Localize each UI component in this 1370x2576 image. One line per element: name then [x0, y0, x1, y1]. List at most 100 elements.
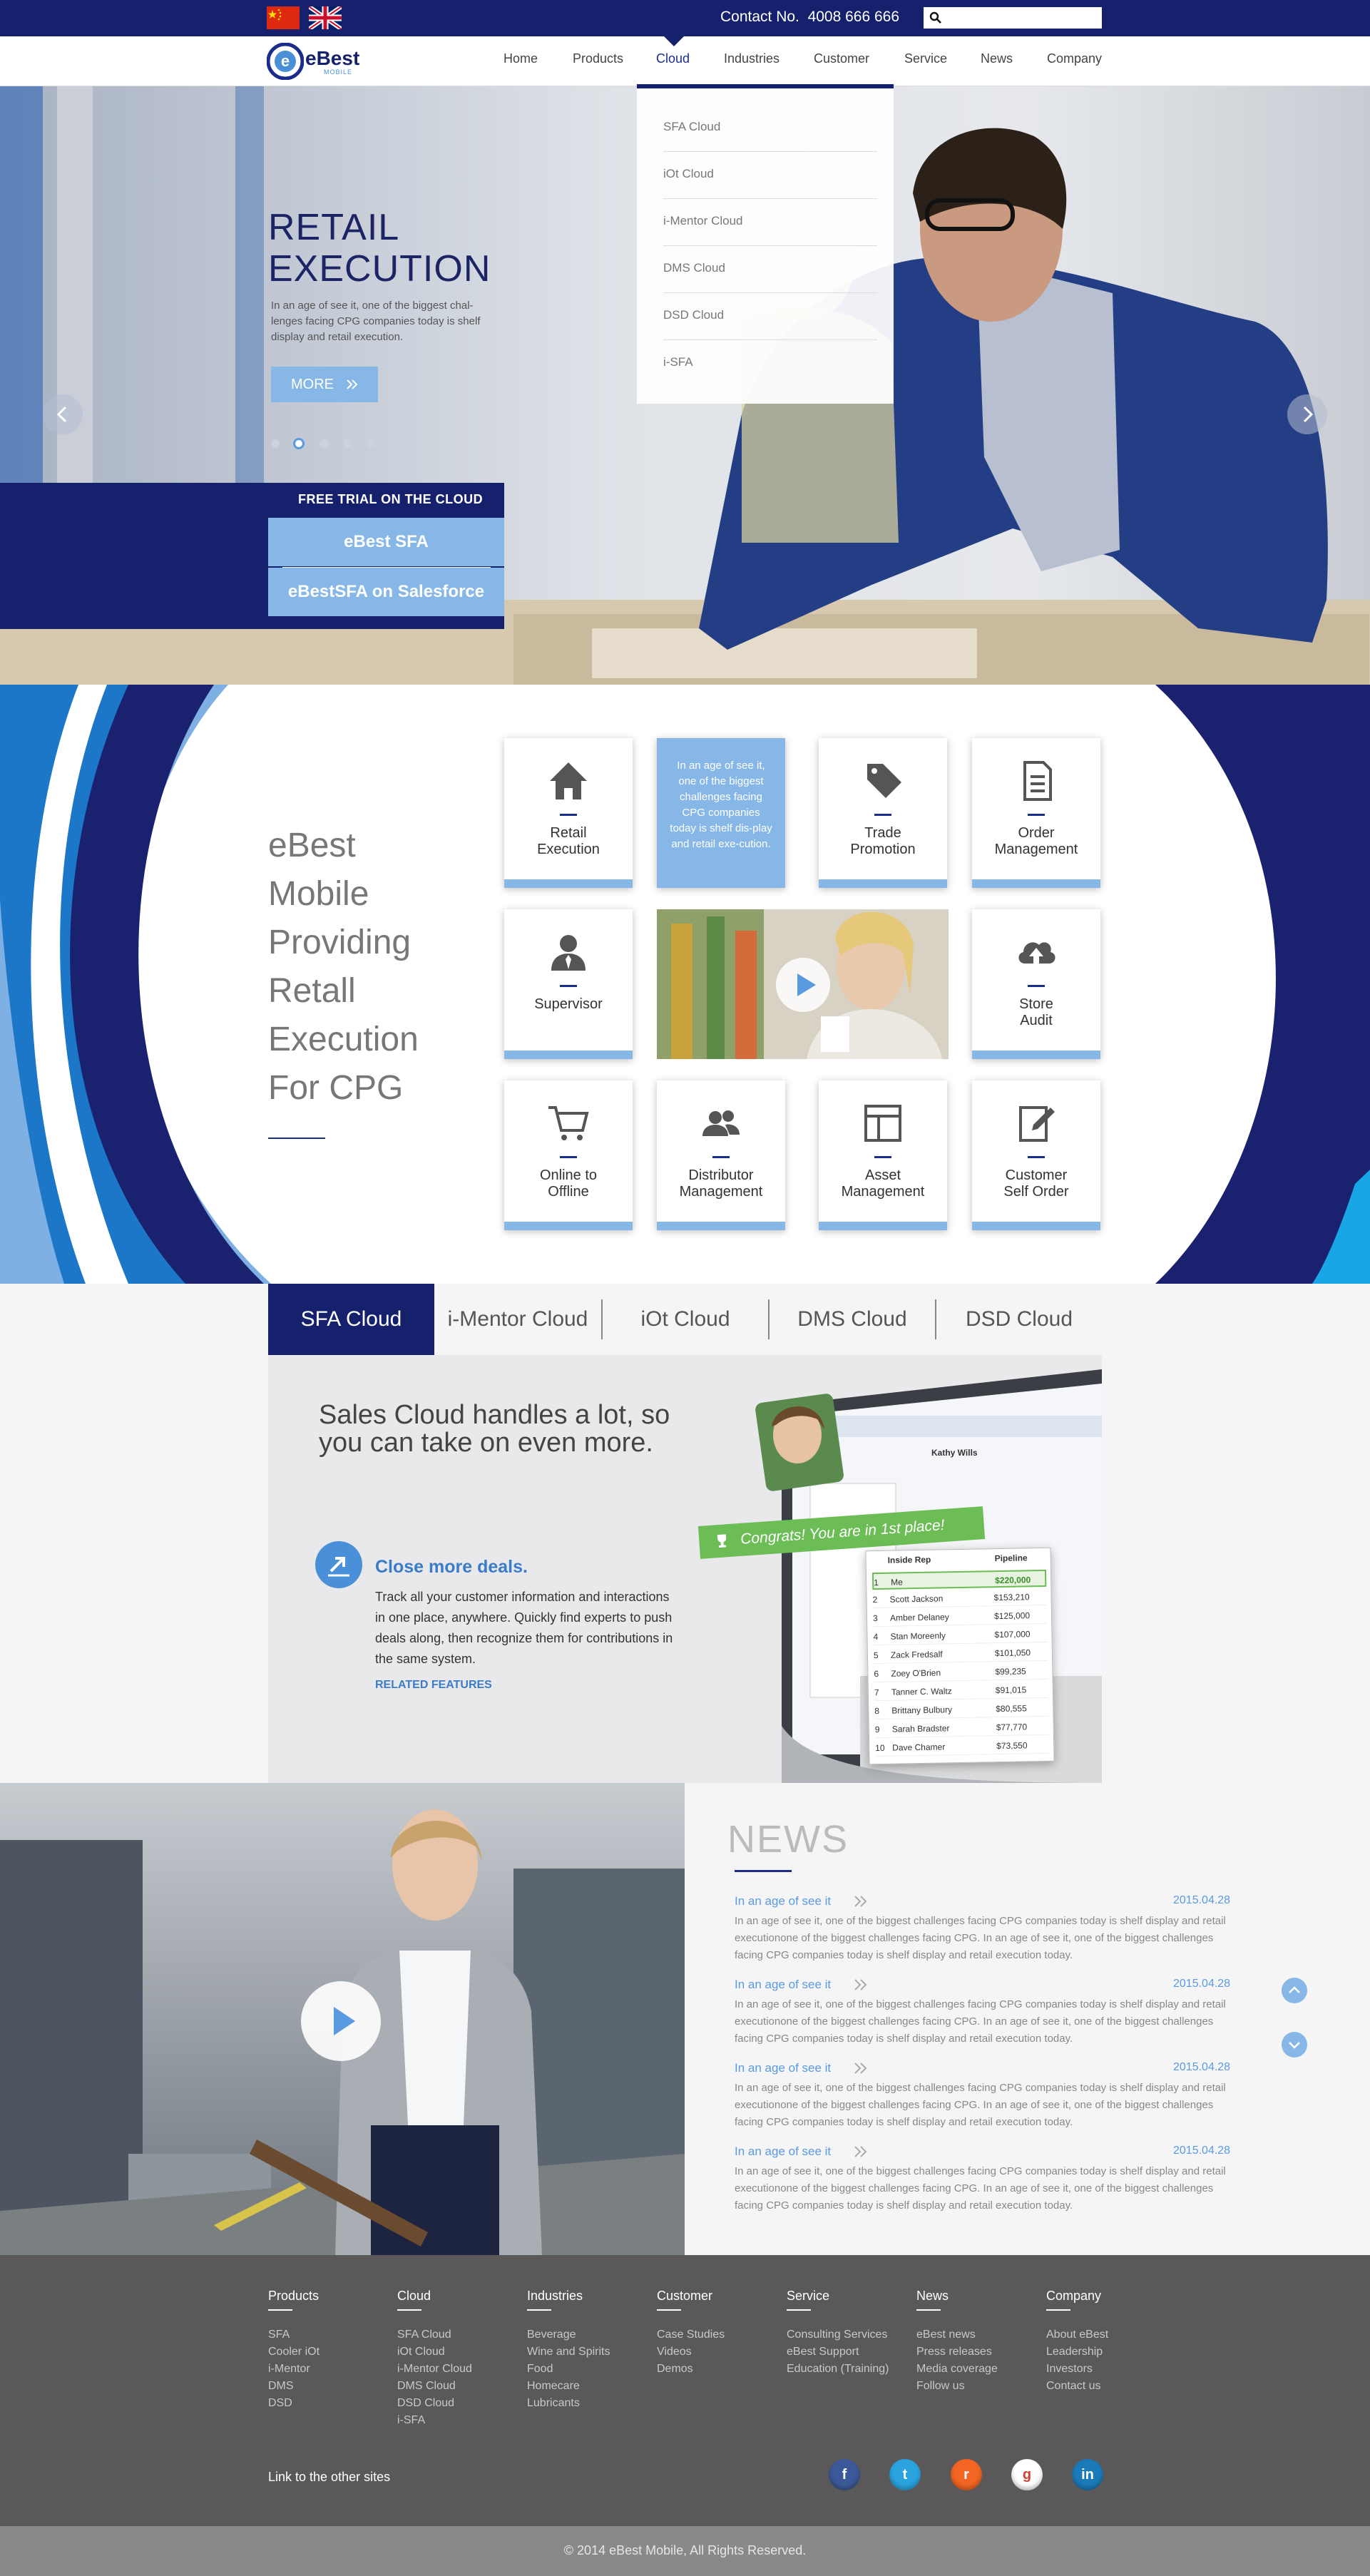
footer-link[interactable]: Case Studies — [657, 2326, 725, 2344]
news-item-body: In an age of see it, one of the biggest … — [735, 1915, 1226, 1961]
footer-title-underline — [916, 2309, 941, 2311]
trial-salesforce-button[interactable]: eBestSFA on Salesforce — [268, 568, 504, 616]
tab-dsd-cloud[interactable]: DSD Cloud — [936, 1284, 1102, 1355]
feature-highlight-card[interactable]: In an age of see it, one of the biggest … — [657, 738, 785, 888]
card-label: Asset — [864, 1167, 901, 1183]
other-sites-link[interactable]: Link to the other sites — [268, 2470, 390, 2485]
nav-news[interactable]: News — [981, 51, 1013, 66]
footer-link[interactable]: SFA — [268, 2326, 290, 2344]
google-plus-icon[interactable]: g — [1011, 2459, 1043, 2490]
feature-card-distributor-management[interactable]: Distributor Management — [657, 1080, 785, 1230]
slide-indicator[interactable] — [271, 439, 280, 448]
facebook-icon[interactable]: f — [829, 2459, 860, 2490]
nav-cloud[interactable]: Cloud — [656, 51, 690, 66]
footer-link[interactable]: DSD — [268, 2395, 292, 2412]
dropdown-item-iot-cloud[interactable]: iOt Cloud — [663, 167, 714, 181]
footer-link[interactable]: SFA Cloud — [397, 2326, 451, 2344]
footer-link[interactable]: Contact us — [1046, 2378, 1100, 2395]
footer-title-underline — [787, 2309, 811, 2311]
footer-link[interactable]: DMS — [268, 2378, 294, 2395]
slide-indicator-active[interactable] — [293, 438, 305, 449]
footer-link[interactable]: DSD Cloud — [397, 2395, 454, 2412]
feature-card-online-to-offline[interactable]: Online to Offline — [504, 1080, 633, 1230]
slide-indicator[interactable] — [343, 439, 352, 448]
dropdown-item-dsd-cloud[interactable]: DSD Cloud — [663, 308, 724, 322]
footer-link[interactable]: Press releases — [916, 2344, 992, 2361]
nav-company[interactable]: Company — [1047, 51, 1102, 66]
feature-card-order-management[interactable]: Order Management — [972, 738, 1100, 888]
footer-link[interactable]: Consulting Services — [787, 2326, 887, 2344]
footer-link[interactable]: Media coverage — [916, 2361, 998, 2378]
nav-service[interactable]: Service — [904, 51, 947, 66]
slide-indicator[interactable] — [367, 439, 376, 448]
leaderboard-name: Me — [891, 1577, 903, 1588]
footer-link[interactable]: eBest Support — [787, 2344, 859, 2361]
footer-link[interactable]: iOt Cloud — [397, 2344, 445, 2361]
footer-link[interactable]: i-Mentor — [268, 2361, 310, 2378]
search-input[interactable] — [924, 7, 1102, 29]
dropdown-item-isfa[interactable]: i-SFA — [663, 355, 693, 369]
trial-ebest-sfa-button[interactable]: eBest SFA — [268, 518, 504, 566]
nav-industries[interactable]: Industries — [724, 51, 779, 66]
footer-link[interactable]: i-SFA — [397, 2412, 425, 2429]
related-features-link[interactable]: RELATED FEATURES — [375, 1679, 492, 1692]
nav-products[interactable]: Products — [573, 51, 623, 66]
feature-card-asset-management[interactable]: Asset Management — [819, 1080, 947, 1230]
brand-logo[interactable]: e eBest MOBILE — [267, 41, 367, 81]
slide-indicator[interactable] — [320, 439, 328, 448]
feature-video[interactable] — [657, 909, 949, 1059]
footer-link[interactable]: About eBest — [1046, 2326, 1108, 2344]
feature-card-customer-self-order[interactable]: Customer Self Order — [972, 1080, 1100, 1230]
twitter-icon[interactable]: t — [889, 2459, 921, 2490]
news-play-button[interactable] — [301, 1981, 381, 2061]
card-label: Offline — [548, 1184, 589, 1200]
slider-prev-button[interactable] — [43, 394, 83, 434]
footer-link[interactable]: Cooler iOt — [268, 2344, 320, 2361]
feature-card-retail-execution[interactable]: Retail Execution — [504, 738, 633, 888]
footer-link[interactable]: DMS Cloud — [397, 2378, 456, 2395]
china-flag-icon[interactable] — [267, 6, 300, 29]
linkedin-icon[interactable]: in — [1072, 2459, 1103, 2490]
news-item-title[interactable]: In an age of see it — [735, 1894, 831, 1908]
slider-next-button[interactable] — [1287, 394, 1327, 434]
footer-link[interactable]: Leadership — [1046, 2344, 1103, 2361]
card-underline — [712, 1156, 730, 1158]
footer-link[interactable]: Lubricants — [527, 2395, 580, 2412]
news-item-title[interactable]: In an age of see it — [735, 2145, 831, 2159]
news-item-title[interactable]: In an age of see it — [735, 1978, 831, 1992]
rss-icon[interactable]: r — [951, 2459, 982, 2490]
footer-link[interactable]: Education (Training) — [787, 2361, 889, 2378]
footer-link[interactable]: Demos — [657, 2361, 693, 2378]
tab-imentor-cloud[interactable]: i-Mentor Cloud — [434, 1284, 601, 1355]
dropdown-item-imentor-cloud[interactable]: i-Mentor Cloud — [663, 214, 743, 228]
leaderboard-rank: 3 — [872, 1613, 878, 1624]
footer-link[interactable]: Investors — [1046, 2361, 1093, 2378]
search-icon[interactable] — [929, 11, 942, 24]
news-video-photo[interactable] — [0, 1783, 685, 2255]
uk-flag-icon[interactable] — [309, 6, 342, 29]
feature-card-supervisor[interactable]: Supervisor — [504, 909, 633, 1059]
footer-link[interactable]: i-Mentor Cloud — [397, 2361, 472, 2378]
news-scroll-down-button[interactable] — [1282, 2032, 1307, 2058]
dropdown-item-sfa-cloud[interactable]: SFA Cloud — [663, 120, 720, 134]
footer-link[interactable]: Wine and Spirits — [527, 2344, 610, 2361]
play-button[interactable] — [776, 958, 830, 1012]
dropdown-item-dms-cloud[interactable]: DMS Cloud — [663, 261, 725, 275]
tab-sfa-cloud[interactable]: SFA Cloud — [268, 1284, 434, 1355]
feature-card-trade-promotion[interactable]: Trade Promotion — [819, 738, 947, 888]
footer-link[interactable]: Beverage — [527, 2326, 576, 2344]
footer-link[interactable]: Food — [527, 2361, 553, 2378]
tab-dms-cloud[interactable]: DMS Cloud — [770, 1284, 935, 1355]
nav-home[interactable]: Home — [503, 51, 538, 66]
dropdown-divider — [663, 245, 877, 246]
news-item-title[interactable]: In an age of see it — [735, 2061, 831, 2075]
footer-link[interactable]: Videos — [657, 2344, 692, 2361]
footer-link[interactable]: Follow us — [916, 2378, 965, 2395]
nav-customer[interactable]: Customer — [814, 51, 869, 66]
news-scroll-up-button[interactable] — [1282, 1978, 1307, 2003]
hero-more-button[interactable]: MORE — [271, 367, 378, 402]
footer-link[interactable]: eBest news — [916, 2326, 976, 2344]
footer-link[interactable]: Homecare — [527, 2378, 580, 2395]
feature-card-store-audit[interactable]: Store Audit — [972, 909, 1100, 1059]
tab-iot-cloud[interactable]: iOt Cloud — [603, 1284, 768, 1355]
